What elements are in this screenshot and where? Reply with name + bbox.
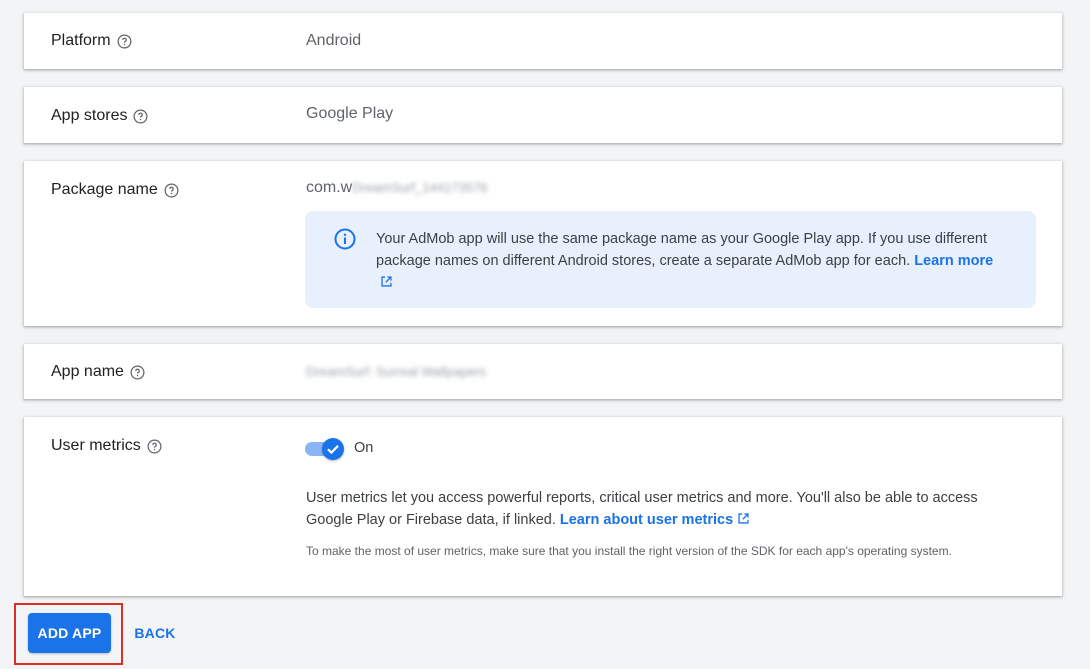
- info-icon: [334, 228, 356, 250]
- external-link-icon: [381, 276, 392, 287]
- learn-about-user-metrics-label: Learn about user metrics: [559, 512, 734, 528]
- sdk-note: To make the most of user metrics, make s…: [306, 544, 952, 558]
- package-name-label-row: Package name: [51, 181, 179, 199]
- package-name-obscured: DreamSurf_144173576: [352, 180, 488, 195]
- package-name-label: Package name: [51, 181, 158, 198]
- add-app-button[interactable]: ADD APP: [28, 613, 111, 653]
- toggle-knob: [322, 438, 344, 460]
- user-metrics-card: User metrics On User metrics let you acc…: [24, 417, 1062, 596]
- info-message: Your AdMob app will use the same package…: [376, 231, 987, 269]
- platform-label: Platform: [51, 32, 111, 49]
- user-metrics-toggle[interactable]: [305, 438, 345, 460]
- help-icon[interactable]: [147, 439, 162, 454]
- user-metrics-label: User metrics: [51, 437, 141, 454]
- app-stores-value: Google Play: [306, 105, 394, 122]
- package-name-info-box: Your AdMob app will use the same package…: [305, 211, 1036, 308]
- app-name-card: App name DreamSurf: Surreal Wallpapers: [24, 344, 1062, 399]
- learn-more-label: Learn more: [914, 253, 994, 269]
- app-name-value: DreamSurf: Surreal Wallpapers: [306, 364, 487, 379]
- package-name-info-text: Your AdMob app will use the same package…: [376, 228, 1006, 294]
- app-name-label: App name: [51, 363, 124, 380]
- back-button[interactable]: BACK: [124, 613, 186, 653]
- user-metrics-label-row: User metrics: [51, 437, 162, 455]
- external-link-icon: [738, 513, 749, 524]
- check-icon: [327, 445, 339, 455]
- app-stores-label: App stores: [51, 107, 128, 124]
- learn-about-user-metrics-link[interactable]: Learn about user metrics: [560, 512, 750, 528]
- package-name-prefix: com.w: [306, 179, 353, 196]
- package-name-card: Package name com.wDreamSurf_144173576 Yo…: [24, 161, 1062, 326]
- package-name-value: com.wDreamSurf_144173576: [306, 179, 487, 197]
- platform-card: Platform Android: [24, 13, 1062, 69]
- help-icon[interactable]: [130, 365, 145, 380]
- app-name-label-row: App name: [51, 363, 145, 381]
- platform-value: Android: [306, 32, 362, 49]
- app-stores-label-row: App stores: [51, 107, 148, 125]
- help-icon[interactable]: [164, 183, 179, 198]
- platform-label-row: Platform: [51, 32, 132, 50]
- help-icon[interactable]: [133, 109, 148, 124]
- help-icon[interactable]: [117, 34, 132, 49]
- toggle-state-label: On: [354, 440, 374, 456]
- app-stores-card: App stores Google Play: [24, 87, 1062, 143]
- user-metrics-description: User metrics let you access powerful rep…: [306, 487, 1026, 531]
